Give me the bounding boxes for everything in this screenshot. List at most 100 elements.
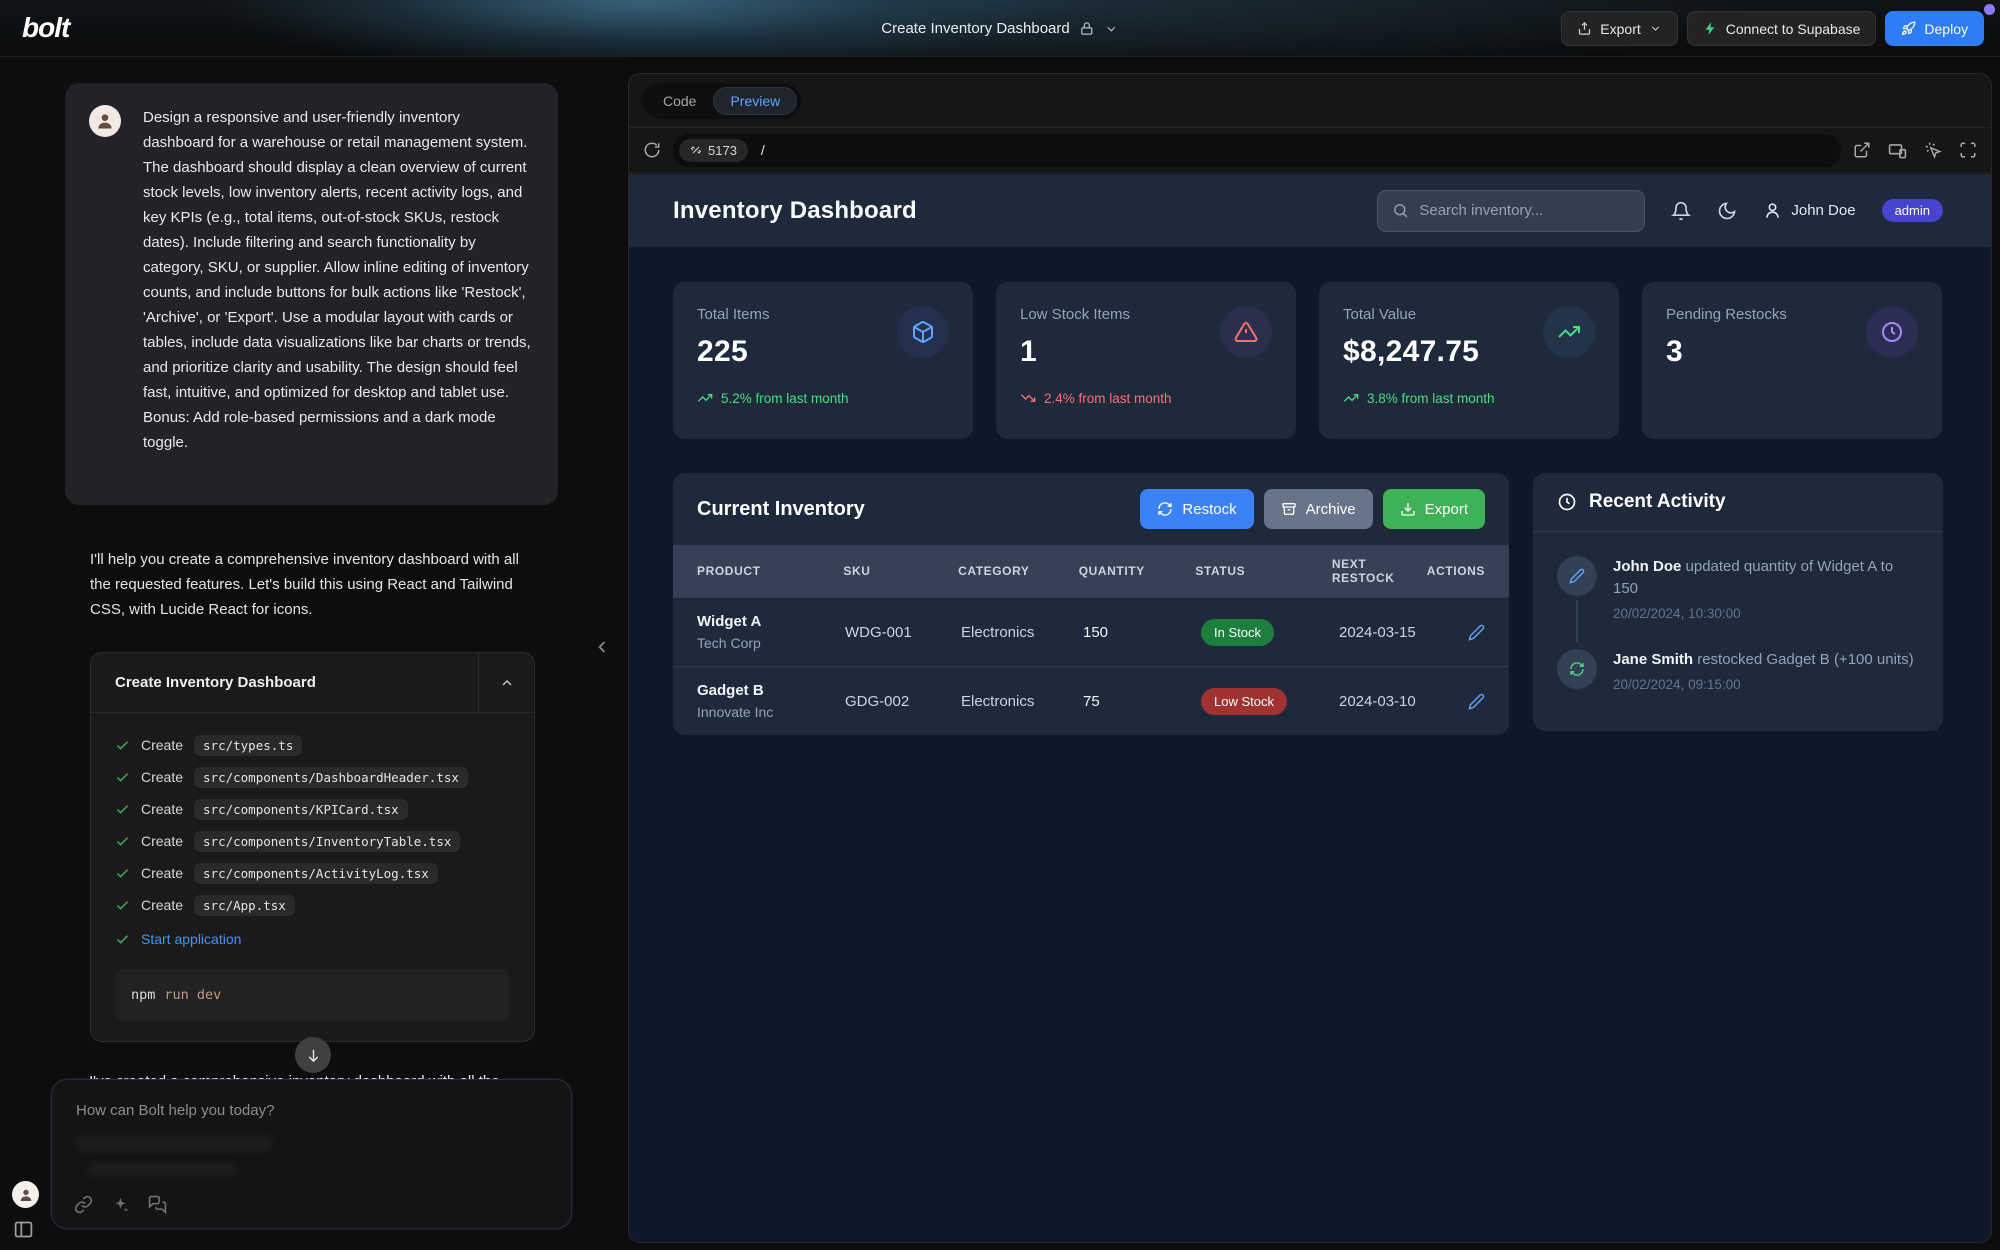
col-status: STATUS [1195,564,1331,578]
tab-code[interactable]: Code [646,87,713,115]
port-number: 5173 [708,143,737,158]
trending-up-icon [1343,390,1359,406]
connect-supabase-button[interactable]: Connect to Supabase [1687,11,1877,46]
action-verb: Create [141,833,183,849]
connect-supabase-label: Connect to Supabase [1726,21,1861,37]
redacted-pill [88,1162,236,1177]
dark-mode-toggle-moon-icon[interactable] [1717,201,1737,221]
trending-up-icon [1543,306,1595,358]
bolt-app: bolt Create Inventory Dashboard Export C… [0,0,2000,1250]
chat-bubbles-icon[interactable] [148,1195,167,1214]
reload-icon[interactable] [643,141,661,159]
table-header-row: PRODUCT SKU CATEGORY QUANTITY STATUS NEX… [673,545,1509,597]
fullscreen-icon[interactable] [1959,141,1977,160]
table-row: Gadget B Innovate Inc GDG-002 Electronic… [673,666,1509,735]
upload-icon [1577,21,1592,36]
kpi-card-pending-restocks: Pending Restocks 3 [1642,282,1942,439]
preview-url-bar: 5173 / [629,128,1991,173]
dashboard-header: Inventory Dashboard Search inventory... … [629,174,1991,248]
activity-user: John Doe [1613,558,1681,575]
kpi-trend: 2.4% from last month [1020,390,1272,406]
kpi-card-low-stock: Low Stock Items 1 2.4% from last month [996,282,1296,439]
chat-panel: Design a responsive and user-friendly in… [0,57,626,1250]
artifact-header: Create Inventory Dashboard [91,653,534,713]
redacted-pill [76,1135,272,1152]
refresh-icon [1157,501,1173,517]
bell-icon[interactable] [1671,201,1691,221]
file-chip[interactable]: src/components/DashboardHeader.tsx [194,767,468,788]
action-verb: Create [141,897,183,913]
activity-header: Recent Activity [1533,473,1943,532]
file-chip[interactable]: src/components/KPICard.tsx [194,799,408,820]
artifact-card: Create Inventory Dashboard Create src/ty… [90,652,535,1042]
url-input[interactable]: 5173 / [673,134,1841,167]
sparkles-icon[interactable] [111,1195,130,1214]
open-external-icon[interactable] [1853,141,1871,160]
edit-pencil-icon[interactable] [1468,624,1485,641]
port-chip[interactable]: 5173 [679,139,748,162]
inventory-table-card: Current Inventory Restock Archive [673,473,1509,735]
export-button[interactable]: Export [1561,11,1677,46]
dashboard-title: Inventory Dashboard [673,197,917,225]
kpi-trend: 3.8% from last month [1343,390,1595,406]
artifact-action-row: Create src/types.ts [115,729,510,761]
deploy-button[interactable]: Deploy [1885,11,1984,46]
product-supplier: Innovate Inc [697,704,845,720]
recent-activity-card: Recent Activity John Doe updated quantit… [1533,473,1943,731]
archive-button[interactable]: Archive [1264,489,1373,529]
bolt-logo[interactable]: bolt [22,12,69,44]
chat-input-toolbar [74,1195,167,1214]
col-quantity: QUANTITY [1079,564,1196,578]
project-title-menu[interactable]: Create Inventory Dashboard [881,0,1118,57]
restock-button[interactable]: Restock [1140,489,1253,529]
sidebar-toggle-icon[interactable] [13,1219,34,1245]
export-label: Export [1600,21,1640,37]
role-badge: admin [1882,199,1943,222]
file-chip[interactable]: src/types.ts [194,735,302,756]
check-icon [115,932,130,947]
quantity-cell: 75 [1083,693,1201,710]
package-icon [897,306,949,358]
file-chip[interactable]: src/App.tsx [194,895,295,916]
plug-icon [690,144,702,156]
link-attach-icon[interactable] [74,1195,93,1214]
preview-toolbar-icons [1853,141,1977,160]
workbench-panel: Code Preview 5173 / Invent [628,73,1992,1243]
tab-preview[interactable]: Preview [713,87,797,115]
check-icon [115,770,130,785]
inventory-card-header: Current Inventory Restock Archive [673,473,1509,545]
check-icon [115,738,130,753]
status-badge: In Stock [1201,619,1274,646]
topbar-actions: Export Connect to Supabase Deploy [1561,11,1984,46]
download-icon [1400,501,1416,517]
dashboard-main: Total Items 225 5.2% from last month Low… [629,248,1991,735]
activity-timestamp: 20/02/2024, 09:15:00 [1613,677,1919,692]
workbench-tab-bar: Code Preview [629,74,1991,128]
collapse-chat-chevron[interactable] [592,637,612,662]
devices-icon[interactable] [1888,141,1907,160]
notification-dot [1984,4,1995,15]
export-csv-button[interactable]: Export [1383,489,1485,529]
scroll-to-bottom-button[interactable] [295,1037,331,1073]
quantity-cell: 150 [1083,624,1201,641]
search-input[interactable]: Search inventory... [1377,190,1645,232]
next-restock-cell: 2024-03-15 [1339,624,1461,641]
edit-pencil-icon[interactable] [1468,693,1485,710]
file-chip[interactable]: src/components/InventoryTable.tsx [194,831,460,852]
artifact-action-row: Create src/components/ActivityLog.tsx [115,857,510,889]
inspector-off-icon[interactable] [1924,141,1942,160]
kpi-trend: 5.2% from last month [697,390,949,406]
profile-avatar[interactable] [12,1181,39,1208]
supabase-zap-icon [1703,21,1718,36]
start-application-link[interactable]: Start application [141,931,241,947]
refresh-icon [1557,649,1597,689]
dashboard-content-row: Current Inventory Restock Archive [673,473,1943,735]
check-icon [115,834,130,849]
user-icon [1763,201,1782,220]
artifact-collapse-button[interactable] [478,653,534,713]
user-menu[interactable]: John Doe [1763,201,1855,220]
file-chip[interactable]: src/components/ActivityLog.tsx [194,863,438,884]
trending-down-icon [1020,390,1036,406]
chat-input-box[interactable]: How can Bolt help you today? [51,1079,572,1229]
sku-cell: GDG-002 [845,693,961,710]
